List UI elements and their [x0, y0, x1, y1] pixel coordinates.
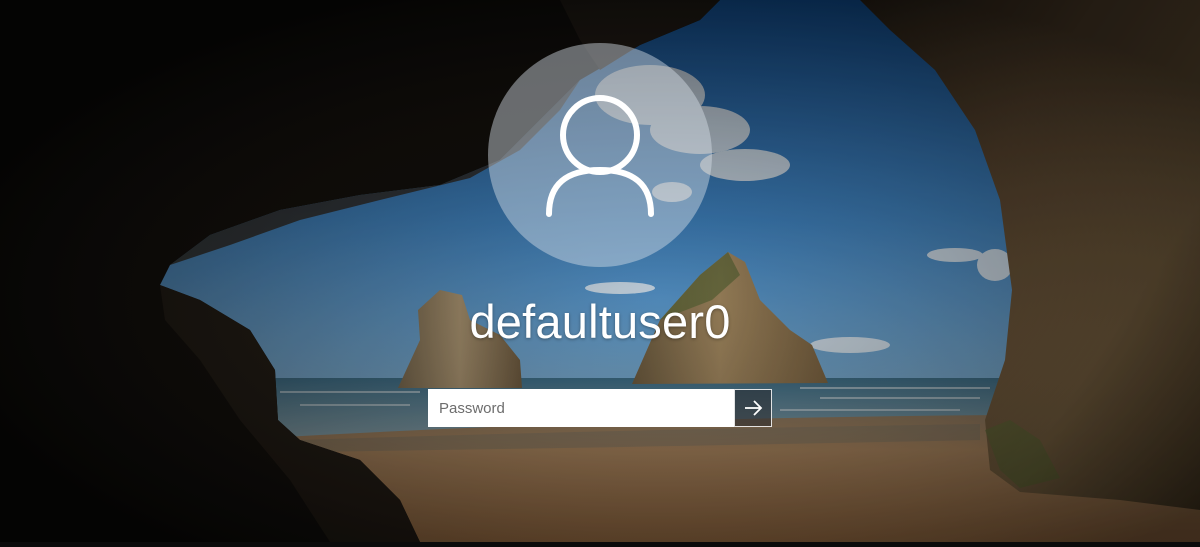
- arrow-right-icon: [745, 400, 763, 416]
- password-input[interactable]: [428, 389, 734, 427]
- username-label: defaultuser0: [469, 295, 731, 348]
- person-outline-icon: [546, 95, 654, 217]
- submit-button[interactable]: [734, 389, 772, 427]
- password-row: [428, 389, 772, 427]
- login-panel: defaultuser0: [0, 0, 1200, 542]
- user-avatar: [488, 43, 712, 267]
